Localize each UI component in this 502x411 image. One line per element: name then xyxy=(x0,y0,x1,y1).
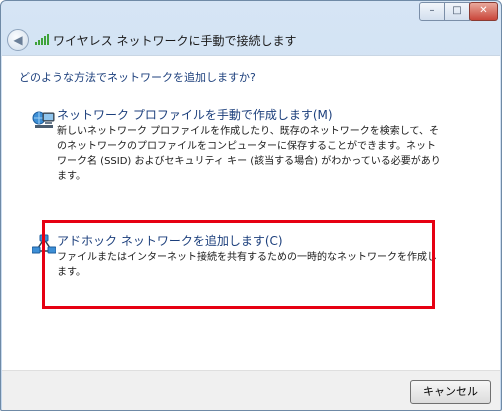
close-button[interactable]: ✕ xyxy=(469,2,498,21)
minimize-button[interactable]: – xyxy=(419,2,445,21)
page-question: どのような方法でネットワークを追加しますか? xyxy=(19,71,256,84)
content-area: どのような方法でネットワークを追加しますか? ネットワーク プロファイルを手動で… xyxy=(2,55,500,370)
wireless-signal-icon xyxy=(35,33,49,45)
maximize-button[interactable]: □ xyxy=(444,2,470,21)
highlight-frame xyxy=(42,220,435,309)
wizard-title: ワイヤレス ネットワークに手動で接続します xyxy=(53,34,297,48)
wizard-window: – □ ✕ ◀ ワイヤレス ネットワークに手動で接続します どのような方法でネッ… xyxy=(0,0,502,411)
title-bar: – □ ✕ xyxy=(1,1,501,25)
manual-profile-title: ネットワーク プロファイルを手動で作成します(M) xyxy=(57,108,333,122)
navigation-bar: ◀ ワイヤレス ネットワークに手動で接続します xyxy=(1,25,501,55)
button-bar: キャンセル xyxy=(2,370,500,410)
network-profile-icon xyxy=(32,111,55,128)
cancel-button[interactable]: キャンセル xyxy=(410,380,491,404)
manual-profile-description: 新しいネットワーク プロファイルを作成したり、既存のネットワークを検索して、その… xyxy=(57,126,441,182)
back-button[interactable]: ◀ xyxy=(7,29,29,51)
